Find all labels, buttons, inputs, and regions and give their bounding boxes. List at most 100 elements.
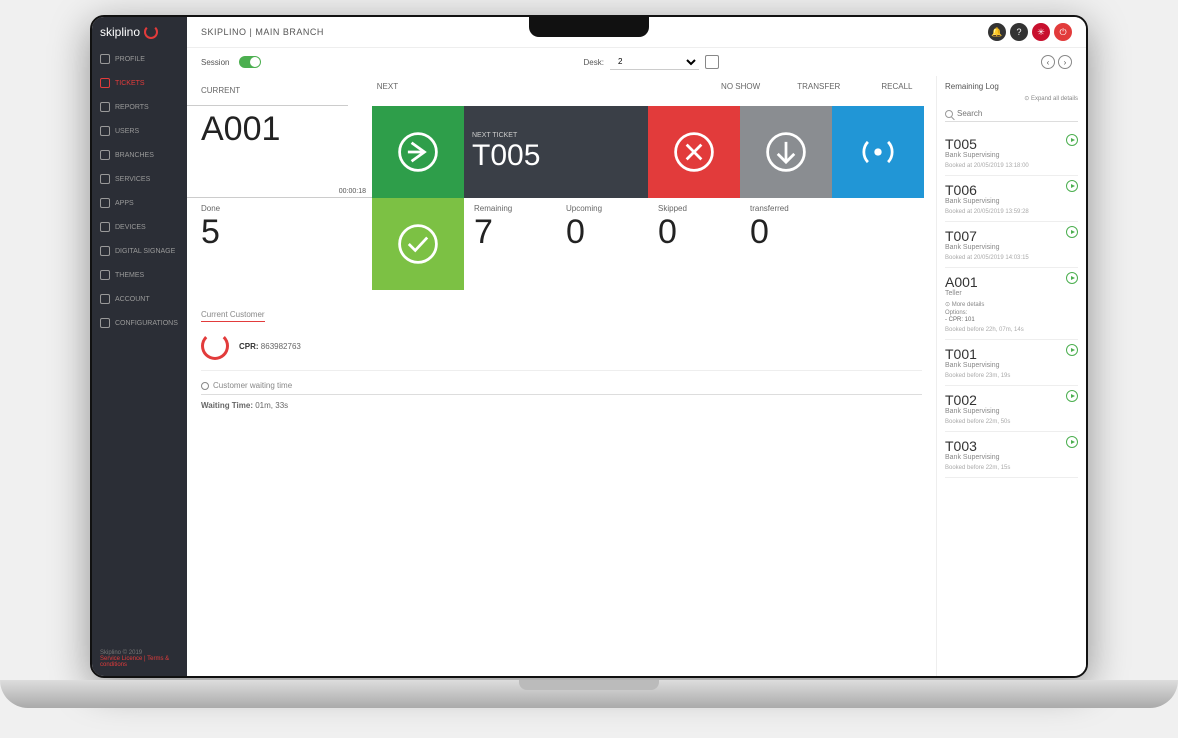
sidebar-item-branches[interactable]: BRANCHES xyxy=(92,143,187,167)
card-service: Bank Supervising xyxy=(945,198,1078,205)
next-ticket-panel: NEXT TICKET T005 xyxy=(464,106,648,198)
card-time: Booked before 22h, 07m, 14s xyxy=(945,327,1078,333)
nav-prev-icon[interactable]: ‹ xyxy=(1041,55,1055,69)
sidebar-item-reports[interactable]: REPORTS xyxy=(92,95,187,119)
nav-next-icon[interactable]: › xyxy=(1058,55,1072,69)
call-button[interactable] xyxy=(1066,134,1078,146)
session-label: Session xyxy=(201,58,229,67)
search-icon xyxy=(945,110,953,118)
call-button[interactable] xyxy=(1066,272,1078,284)
ticket-card: A001Teller⊙ More detailsOptions:- CPR: 1… xyxy=(945,268,1078,340)
ticket-card: T003Bank SupervisingBooked before 22m, 1… xyxy=(945,432,1078,478)
arrow-down-icon xyxy=(763,129,809,175)
close-icon xyxy=(671,129,717,175)
nav-icon xyxy=(100,198,110,208)
brand-text: skiplino xyxy=(100,25,140,39)
card-details-link[interactable]: ⊙ More details xyxy=(945,301,1078,308)
sidebar-item-profile[interactable]: PROFILE xyxy=(92,47,187,71)
card-time: Booked at 20/05/2019 14:03:15 xyxy=(945,255,1078,261)
call-button[interactable] xyxy=(1066,226,1078,238)
notifications-icon[interactable]: 🔔 xyxy=(988,23,1006,41)
sidebar-footer: Skiplino © 2019 Service Licence | Terms … xyxy=(92,642,187,676)
card-time: Booked before 22m, 50s xyxy=(945,419,1078,425)
done-button[interactable] xyxy=(372,198,464,290)
ticket-card: T007Bank Supervising Booked at 20/05/2019… xyxy=(945,222,1078,268)
nav-icon xyxy=(100,150,110,160)
stat-skipped: Skipped 0 xyxy=(648,198,740,290)
sidebar-item-devices[interactable]: DEVICES xyxy=(92,215,187,239)
footer-links[interactable]: Service Licence | Terms & conditions xyxy=(100,656,179,668)
sidebar-item-apps[interactable]: APPS xyxy=(92,191,187,215)
language-icon[interactable]: ✳ xyxy=(1032,23,1050,41)
stat-transferred: transferred 0 xyxy=(740,198,832,290)
card-service: Bank Supervising xyxy=(945,244,1078,251)
card-number: T005 xyxy=(945,136,1078,152)
sidebar-item-services[interactable]: SERVICES xyxy=(92,167,187,191)
nav-icon xyxy=(100,222,110,232)
arrow-right-icon xyxy=(395,129,441,175)
nav: PROFILETICKETSREPORTSUSERSBRANCHESSERVIC… xyxy=(92,47,187,642)
stat-upcoming: Upcoming 0 xyxy=(556,198,648,290)
sidebar-item-digital-signage[interactable]: DIGITAL SIGNAGE xyxy=(92,239,187,263)
next-button[interactable] xyxy=(372,106,464,198)
card-number: A001 xyxy=(945,274,1078,290)
card-service: Teller xyxy=(945,290,1078,297)
call-button[interactable] xyxy=(1066,344,1078,356)
sidebar-item-themes[interactable]: THEMES xyxy=(92,263,187,287)
nav-icon xyxy=(100,78,110,88)
customer-row: CPR: 863982763 xyxy=(201,332,922,371)
recall-button[interactable] xyxy=(832,106,924,198)
card-service: Bank Supervising xyxy=(945,408,1078,415)
card-service: Bank Supervising xyxy=(945,362,1078,369)
card-number: T007 xyxy=(945,228,1078,244)
customer-cpr: 863982763 xyxy=(261,342,301,351)
call-button[interactable] xyxy=(1066,390,1078,402)
sidebar: skiplino PROFILETICKETSREPORTSUSERSBRANC… xyxy=(92,17,187,676)
call-button[interactable] xyxy=(1066,436,1078,448)
card-service: Bank Supervising xyxy=(945,152,1078,159)
search-input[interactable] xyxy=(957,109,1078,118)
transfer-button[interactable] xyxy=(740,106,832,198)
card-time: Booked before 22m, 15s xyxy=(945,465,1078,471)
expand-all-button[interactable]: ⊙ Expand all details xyxy=(945,95,1078,102)
nav-icon xyxy=(100,54,110,64)
ticket-card: T001Bank SupervisingBooked before 23m, 1… xyxy=(945,340,1078,386)
noshow-button[interactable] xyxy=(648,106,740,198)
header-current: CURRENT xyxy=(187,76,348,106)
sidebar-item-configurations[interactable]: CONFIGURATIONS xyxy=(92,311,187,335)
sidebar-item-tickets[interactable]: TICKETS xyxy=(92,71,187,95)
next-ticket-value: T005 xyxy=(472,139,540,173)
sidebar-item-users[interactable]: USERS xyxy=(92,119,187,143)
nav-icon xyxy=(100,174,110,184)
customer-avatar-icon xyxy=(201,332,229,360)
desk-select[interactable]: 2 xyxy=(610,54,699,70)
sidebar-item-account[interactable]: ACCOUNT xyxy=(92,287,187,311)
waiting-time-value: 01m, 33s xyxy=(255,401,288,410)
header-transfer: TRANSFER xyxy=(780,76,858,106)
clock-icon xyxy=(201,382,209,390)
search-box[interactable] xyxy=(945,106,1078,122)
check-icon xyxy=(395,221,441,267)
ticket-card: T006Bank SupervisingBooked at 20/05/2019… xyxy=(945,176,1078,222)
nav-icon xyxy=(100,102,110,112)
nav-icon xyxy=(100,294,110,304)
ticket-card: T005Bank Supervising Booked at 20/05/2019… xyxy=(945,130,1078,176)
remaining-title: Remaining Log xyxy=(945,82,999,91)
print-icon[interactable] xyxy=(705,55,719,69)
call-button[interactable] xyxy=(1066,180,1078,192)
header-next: NEXT xyxy=(348,76,426,106)
nav-icon xyxy=(100,126,110,136)
current-value: A001 xyxy=(201,110,358,149)
remaining-log: Remaining Log ⊙ Expand all details T005B… xyxy=(936,76,1086,676)
card-number: T001 xyxy=(945,346,1078,362)
power-icon[interactable]: ⏻ xyxy=(1054,23,1072,41)
current-ticket: A001 00:00:18 xyxy=(187,106,372,198)
brand: skiplino xyxy=(92,17,187,47)
header-recall: RECALL xyxy=(858,76,936,106)
card-number: T003 xyxy=(945,438,1078,454)
session-toggle[interactable] xyxy=(239,56,261,68)
breadcrumb: SKIPLINO | MAIN BRANCH xyxy=(201,27,324,37)
help-icon[interactable]: ? xyxy=(1010,23,1028,41)
card-time: Booked at 20/05/2019 13:18:00 xyxy=(945,163,1078,169)
stat-remaining: Remaining 7 xyxy=(464,198,556,290)
